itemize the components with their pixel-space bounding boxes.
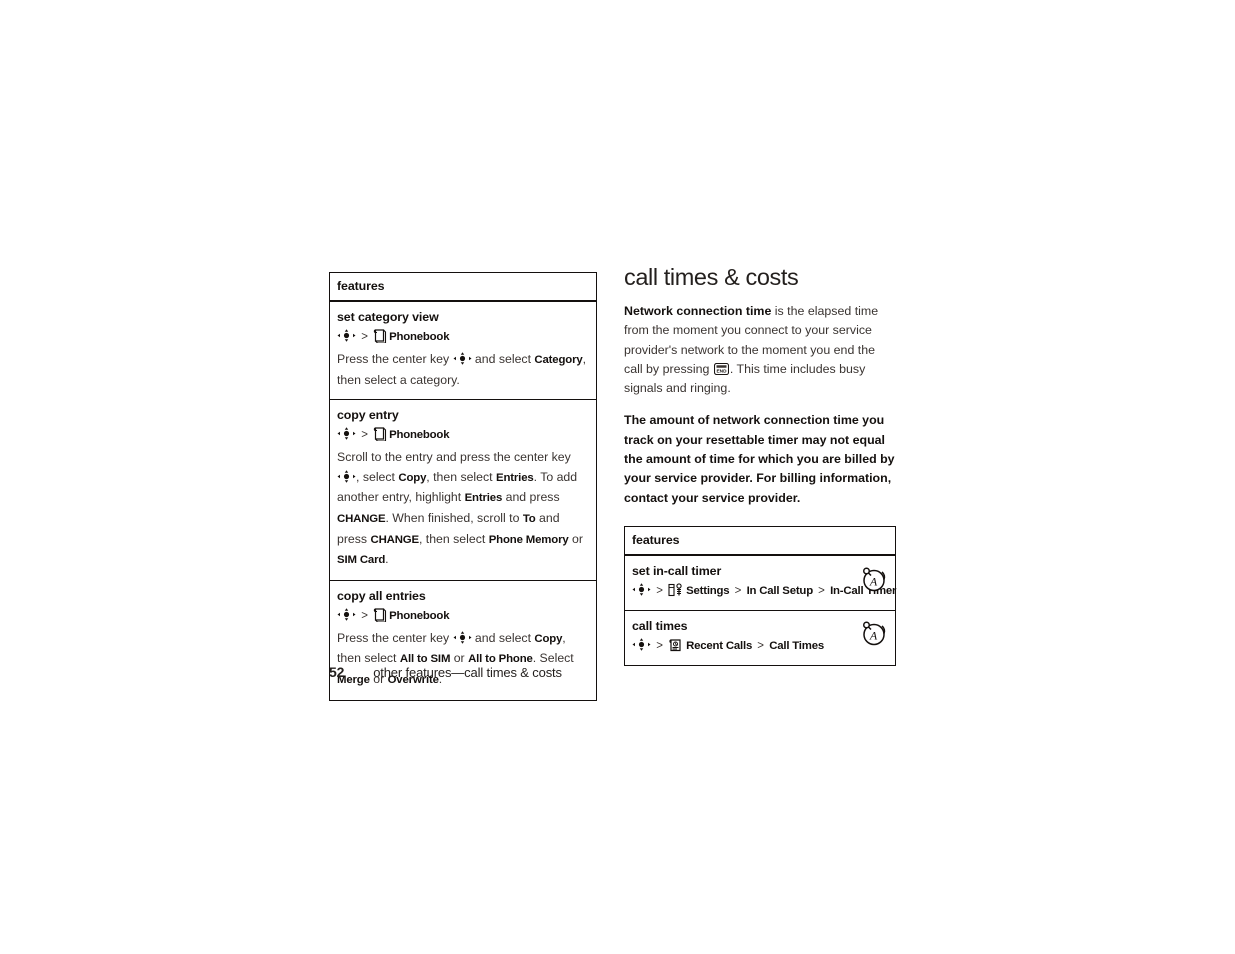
phonebook-icon — [373, 607, 387, 623]
path-separator: > — [754, 639, 768, 652]
menu-item-label[interactable]: In Call Setup — [747, 585, 814, 597]
alarm-clock-icon: A — [860, 565, 888, 593]
features-table-header: features — [330, 273, 596, 302]
alarm-clock-icon: A — [860, 619, 888, 647]
feature-menu-path: > Phonebook — [337, 606, 589, 626]
phonebook-icon — [373, 426, 387, 442]
menu-keyword: Entries — [496, 471, 534, 484]
svg-text:END: END — [716, 368, 727, 374]
description-text: Press the center key — [337, 630, 453, 645]
intro-lead-term: Network connection time — [624, 304, 772, 318]
feature-row: copy all entries > Phonebook Press the ce… — [330, 581, 596, 700]
feature-title: set in-call timer — [632, 563, 722, 578]
feature-menu-path: > Settings > In Call Setup > In-Call Tim… — [632, 581, 896, 601]
nav-key-icon — [632, 638, 651, 651]
feature-menu-path: > Recent Calls > Call Times — [632, 636, 888, 656]
right-column: call times & costs Network connection ti… — [624, 263, 896, 666]
description-text: Scroll to the entry and press the center… — [337, 450, 571, 465]
path-separator: > — [814, 584, 829, 597]
menu-keyword: Phone Memory — [488, 533, 569, 546]
menu-keyword: Category — [534, 354, 583, 366]
features-table-right: features set in-call timer > Settings > … — [624, 525, 896, 666]
end-key-icon: END — [713, 362, 729, 375]
nav-key-icon — [337, 470, 356, 483]
menu-keyword: Copy — [398, 471, 427, 484]
features-table-body: set category view > Phonebook Press the c… — [330, 302, 596, 700]
menu-keyword: CHANGE — [370, 533, 420, 546]
menu-keyword: SIM Card — [337, 554, 386, 567]
svg-text:A: A — [869, 574, 878, 588]
billing-notice-paragraph: The amount of network connection time yo… — [624, 413, 895, 505]
svg-text:A: A — [869, 628, 878, 642]
feature-description: Scroll to the entry and press the center… — [337, 448, 589, 571]
description-text: and select — [471, 630, 535, 645]
features-table-left: features set category view > Phonebook Pr… — [329, 272, 597, 701]
phonebook-icon — [373, 328, 387, 344]
menu-keyword: To — [522, 512, 536, 525]
menu-item-label[interactable]: Settings — [686, 585, 730, 597]
feature-title: copy entry — [337, 408, 399, 423]
page-number: 52 — [329, 664, 345, 680]
menu-keyword: CHANGE — [337, 512, 386, 525]
description-text: , then select — [418, 531, 489, 546]
feature-row: call times > Recent Calls > Call Times A — [625, 611, 895, 665]
menu-item-label[interactable]: Phonebook — [389, 610, 449, 622]
path-separator: > — [653, 584, 667, 597]
feature-row: copy entry > Phonebook Scroll to the entr… — [330, 400, 596, 581]
footer-breadcrumb: other features—call times & costs — [373, 665, 562, 680]
path-separator: > — [358, 609, 372, 622]
path-separator: > — [731, 584, 745, 597]
feature-menu-path: > Phonebook — [337, 425, 589, 445]
nav-key-icon — [337, 427, 356, 440]
feature-title: call times — [632, 618, 688, 633]
description-text: , select — [356, 469, 399, 484]
description-text: . — [385, 552, 389, 567]
nav-key-icon — [632, 583, 651, 596]
recent-calls-icon — [668, 637, 684, 652]
menu-item-label[interactable]: Call Times — [769, 640, 824, 652]
page-footer: 52 other features—call times & costs — [329, 664, 889, 680]
features-table-header-right: features — [625, 527, 895, 556]
feature-menu-path: > Phonebook — [337, 327, 589, 347]
feature-description: Press the center key and select Copy, th… — [337, 629, 589, 691]
feature-title: copy all entries — [337, 588, 426, 603]
feature-row: set in-call timer > Settings > In Call S… — [625, 556, 896, 611]
nav-key-icon — [453, 631, 472, 644]
menu-item-label[interactable]: Recent Calls — [686, 640, 752, 652]
menu-item-label[interactable]: Phonebook — [389, 429, 449, 441]
description-text: and select — [471, 352, 535, 366]
manual-page: features set category view > Phonebook Pr… — [0, 0, 1235, 954]
description-text: or — [568, 531, 583, 546]
feature-description: Press the center key and select Category… — [337, 350, 589, 390]
menu-keyword: Entries — [464, 492, 503, 505]
path-separator: > — [358, 331, 372, 343]
description-text: , then select — [426, 469, 496, 484]
page-title: call times & costs — [624, 264, 799, 290]
menu-item-label[interactable]: Phonebook — [389, 331, 449, 343]
features-table-body-right: set in-call timer > Settings > In Call S… — [625, 556, 896, 665]
nav-key-icon — [337, 608, 356, 621]
path-separator: > — [653, 639, 667, 652]
intro-paragraph: Network connection time is the elapsed t… — [624, 302, 896, 398]
nav-key-icon — [453, 352, 472, 365]
description-text: and press — [502, 490, 560, 505]
nav-key-icon — [337, 329, 356, 342]
left-column: features set category view > Phonebook Pr… — [329, 272, 597, 701]
feature-row: set category view > Phonebook Press the c… — [330, 302, 596, 401]
feature-title: set category view — [337, 310, 439, 324]
description-text: . When finished, scroll to — [385, 510, 523, 525]
description-text: Press the center key — [337, 352, 453, 366]
settings-icon — [668, 583, 684, 597]
menu-keyword: Copy — [534, 632, 563, 645]
path-separator: > — [358, 429, 372, 442]
